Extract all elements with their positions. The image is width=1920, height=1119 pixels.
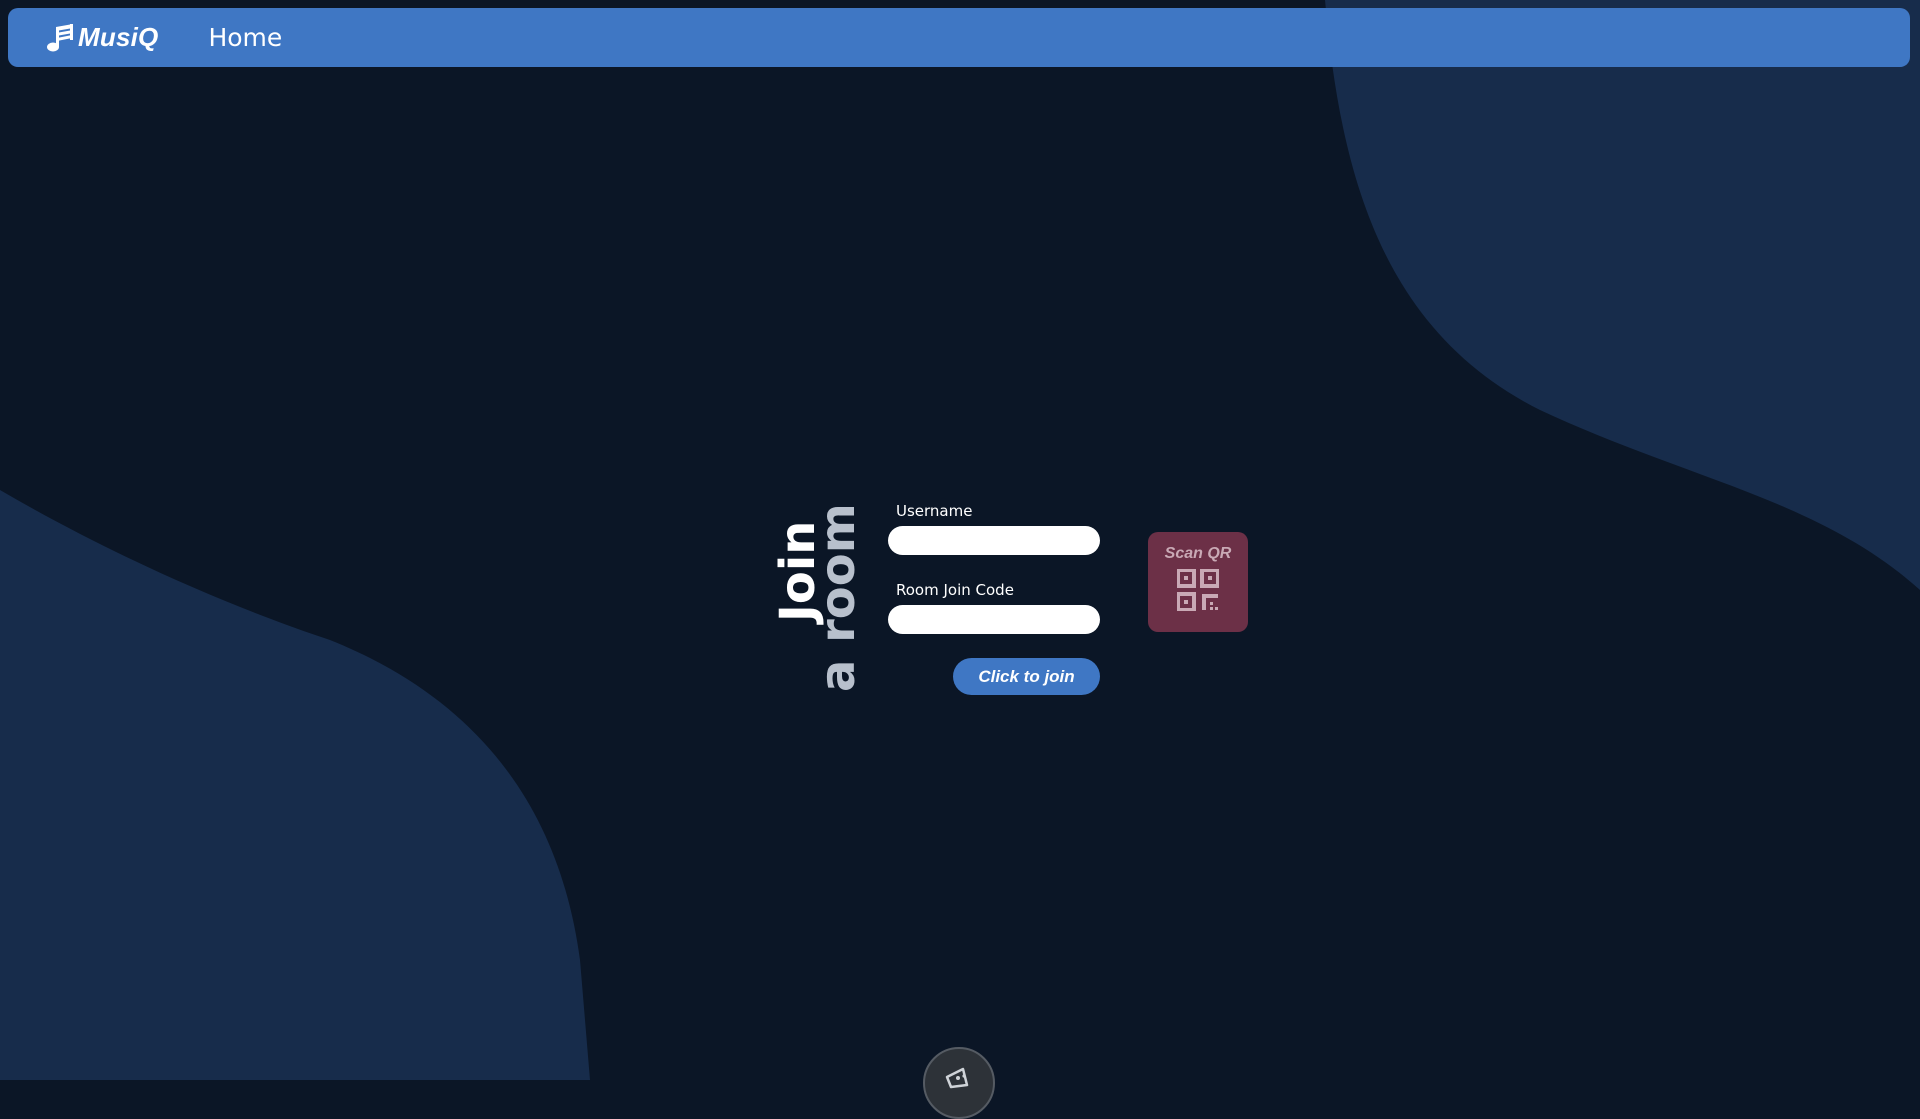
scan-qr-button[interactable]: Scan QR [1148,532,1248,632]
qr-code-icon [1177,569,1219,611]
megaphone-icon [945,1067,969,1089]
join-button[interactable]: Click to join [953,658,1100,695]
floating-action-button[interactable] [923,1047,995,1119]
join-room-title: Join a room [770,503,866,692]
username-label: Username [896,502,973,520]
music-note-icon [47,23,73,51]
brand-logo-link[interactable]: MusiQ [46,22,158,53]
scan-qr-label: Scan QR [1164,545,1232,562]
room-code-label: Room Join Code [896,581,1014,599]
brand-name: MusiQ [78,22,159,52]
nav-home-link[interactable]: Home [208,23,282,52]
username-input[interactable] [888,526,1100,555]
room-code-input[interactable] [888,605,1100,634]
title-a-room: a room [810,503,866,692]
top-navbar: MusiQ Home [8,8,1910,67]
